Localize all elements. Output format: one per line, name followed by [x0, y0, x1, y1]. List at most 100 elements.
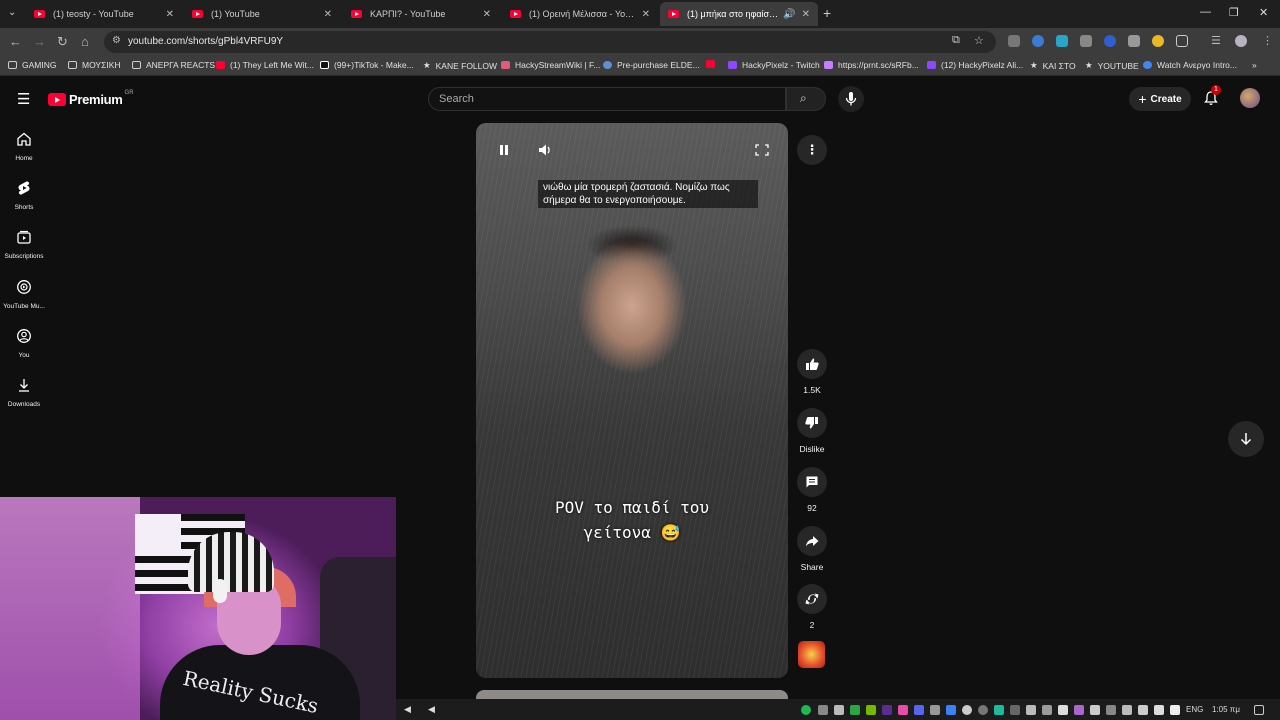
create-button[interactable]: + Create — [1129, 87, 1191, 111]
pause-button[interactable] — [494, 141, 514, 159]
sidebar-item-youtube-music[interactable]: YouTube Mu... — [0, 279, 48, 310]
tray-icon[interactable] — [882, 705, 892, 715]
hamburger-menu-icon[interactable]: ☰ — [17, 90, 30, 108]
tab-close-icon[interactable]: ✕ — [166, 9, 174, 20]
bookmark-link[interactable]: Watch Ανεργο Intro... — [1143, 60, 1237, 70]
bookmark-link[interactable]: (1) They Left Me Wit... — [216, 60, 314, 70]
tray-icon[interactable] — [898, 705, 908, 715]
like-button[interactable]: 1.5K — [796, 349, 828, 395]
comments-button[interactable]: 92 — [796, 467, 828, 513]
sound-thumbnail[interactable] — [798, 641, 825, 668]
site-info-icon[interactable]: ⚙ — [112, 35, 121, 46]
bookmark-link[interactable]: HackyStreamWiki | F... — [501, 60, 600, 70]
tray-icon[interactable] — [1026, 705, 1036, 715]
browser-tab-active[interactable]: (1) μπήκα στο ηφαίστειο - 🔊 ✕ — [660, 2, 818, 26]
youtube-logo[interactable]: Premium GR — [48, 90, 134, 107]
tray-icon[interactable] — [962, 705, 972, 715]
browser-tab[interactable]: (1) Ορεινή Μέλισσα - YouTube ✕ — [502, 2, 658, 26]
dislike-button[interactable]: Dislike — [796, 408, 828, 454]
tab-close-icon[interactable]: ✕ — [802, 9, 810, 20]
bookmark-star-icon[interactable]: ☆ — [974, 34, 984, 47]
extension-icon[interactable] — [1032, 35, 1044, 47]
bookmark-link[interactable] — [706, 60, 720, 68]
tray-icon[interactable] — [818, 705, 828, 715]
minimize-icon[interactable]: — — [1200, 6, 1211, 18]
shorts-video-player[interactable]: νιώθω μία τρομερή ζαστασιά. Νομίζω πως σ… — [476, 123, 788, 678]
tray-icon[interactable] — [946, 705, 956, 715]
network-icon[interactable] — [1154, 705, 1164, 715]
browser-tab[interactable]: ΚΑΡΠΙ? - YouTube ✕ — [343, 2, 499, 26]
bookmark-folder[interactable]: ΜΟΥΣΙΚΗ — [68, 60, 121, 70]
taskbar-app-icon[interactable]: ◀ — [428, 704, 435, 715]
more-bookmarks-icon[interactable]: » — [1252, 60, 1257, 70]
account-avatar[interactable] — [1240, 88, 1260, 108]
tab-search-chevron-icon[interactable]: ⌄ — [8, 7, 16, 18]
notification-center-icon[interactable] — [1254, 705, 1264, 715]
volume-icon[interactable] — [1042, 705, 1052, 715]
more-options-button[interactable]: ⋮ — [797, 135, 827, 165]
bookmark-link[interactable]: (12) HackyPixelz Ali... — [927, 60, 1023, 70]
back-icon[interactable]: ← — [9, 34, 22, 49]
tray-icon[interactable] — [834, 705, 844, 715]
bookmark-link[interactable]: HackyPixelz - Twitch — [728, 60, 820, 70]
share-button[interactable]: Share — [796, 526, 828, 572]
browser-tab[interactable]: (1) YouTube ✕ — [184, 2, 340, 26]
tray-icon[interactable] — [1074, 705, 1084, 715]
bookmark-link[interactable]: Pre-purchase ELDE... — [603, 60, 700, 70]
bookmark-link[interactable]: ★ YOUTUBE — [1085, 60, 1139, 71]
sidebar-item-you[interactable]: You — [0, 328, 48, 359]
extensions-puzzle-icon[interactable] — [1176, 35, 1188, 47]
bookmark-folder[interactable]: GAMING — [8, 60, 56, 70]
microphone-icon[interactable] — [1106, 705, 1116, 715]
sun-icon[interactable] — [1152, 35, 1164, 47]
keyboard-language[interactable]: ENG — [1186, 705, 1203, 714]
spotify-icon[interactable] — [801, 705, 811, 715]
tab-close-icon[interactable]: ✕ — [642, 9, 650, 20]
tray-icon[interactable] — [1138, 705, 1148, 715]
shield-icon[interactable] — [1080, 35, 1092, 47]
taskbar-app-icon[interactable]: ◀ — [404, 704, 411, 715]
remix-button[interactable]: 2 — [796, 584, 828, 630]
tab-audio-icon[interactable]: 🔊 — [783, 9, 795, 20]
search-button[interactable]: ⌕ — [786, 87, 826, 111]
new-tab-button[interactable]: + — [823, 5, 831, 21]
media-control-icon[interactable]: ☰ — [1211, 34, 1221, 47]
tray-icon[interactable] — [930, 705, 940, 715]
extension-icon[interactable] — [1056, 35, 1068, 47]
install-app-icon[interactable]: ⧉ — [952, 34, 960, 47]
taskbar-clock[interactable]: 1:05 πμ — [1212, 705, 1240, 714]
profile-avatar-icon[interactable] — [1235, 35, 1247, 47]
discord-icon[interactable] — [914, 705, 924, 715]
tray-icon[interactable] — [1122, 705, 1132, 715]
address-bar[interactable]: ⚙ youtube.com/shorts/gPbl4VRFU9Y ⧉ ☆ — [104, 31, 996, 53]
extension-icon[interactable] — [1008, 35, 1020, 47]
sidebar-item-shorts[interactable]: Shorts — [0, 180, 48, 211]
tab-close-icon[interactable]: ✕ — [324, 9, 332, 20]
tray-icon[interactable] — [1090, 705, 1100, 715]
voice-search-button[interactable] — [838, 86, 864, 112]
window-close-icon[interactable]: ✕ — [1259, 6, 1268, 19]
battery-icon[interactable] — [1170, 705, 1180, 715]
nvidia-icon[interactable] — [866, 705, 876, 715]
restore-icon[interactable]: ❐ — [1229, 6, 1239, 19]
tray-icon[interactable] — [850, 705, 860, 715]
extension-icon[interactable] — [1104, 35, 1116, 47]
notifications-button[interactable]: 1 — [1203, 85, 1221, 111]
next-short-button[interactable] — [1228, 421, 1264, 457]
tray-icon[interactable] — [978, 705, 988, 715]
sidebar-item-downloads[interactable]: Downloads — [0, 377, 48, 408]
tab-close-icon[interactable]: ✕ — [483, 9, 491, 20]
fullscreen-button[interactable] — [752, 141, 772, 159]
bookmark-folder[interactable]: ΑΝΕΡΓΑ REACTS — [132, 60, 215, 70]
sidebar-item-subscriptions[interactable]: Subscriptions — [0, 229, 48, 260]
home-icon[interactable]: ⌂ — [81, 34, 89, 49]
bookmark-link[interactable]: ★ KANE FOLLOW — [423, 60, 497, 71]
browser-menu-icon[interactable]: ⋮ — [1262, 34, 1273, 47]
sidebar-item-home[interactable]: Home — [0, 131, 48, 162]
tray-icon[interactable] — [994, 705, 1004, 715]
reload-icon[interactable]: ↻ — [57, 34, 68, 50]
bookmark-link[interactable]: (99+)TikTok - Make... — [320, 60, 414, 70]
tray-icon[interactable] — [1058, 705, 1068, 715]
bookmark-link[interactable]: ★ ΚΑΙ ΣΤΟ — [1030, 60, 1076, 71]
volume-button[interactable] — [535, 141, 555, 159]
